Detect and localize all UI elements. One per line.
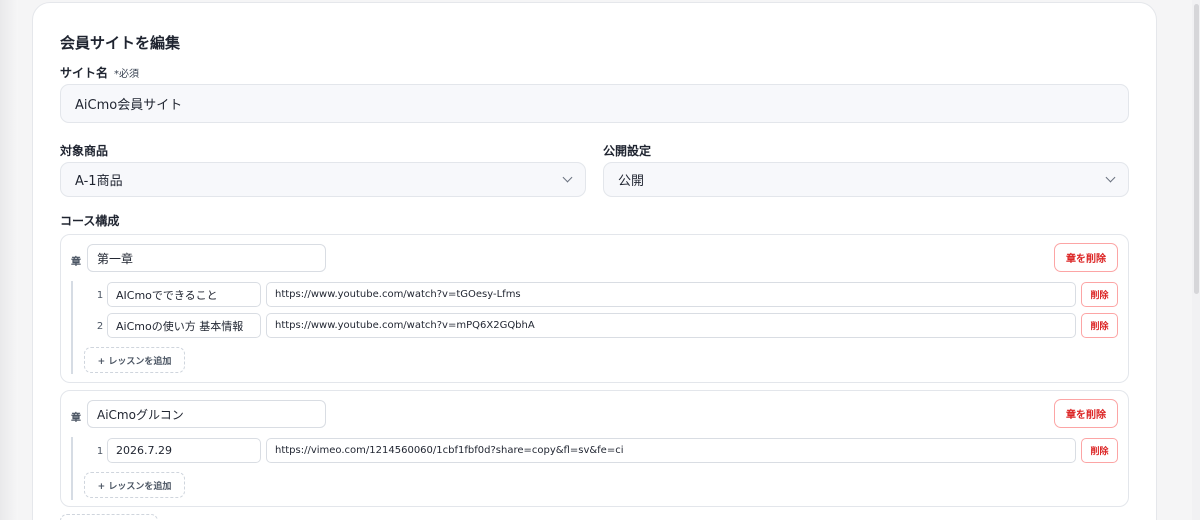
chapter-block: 章 第一章 章を削除 1 AICmoでできること https://www.you… <box>60 234 1129 383</box>
product-select[interactable]: A-1商品 <box>60 162 586 197</box>
site-name-label-text: サイト名 <box>60 66 109 80</box>
course-structure-label: コース構成 <box>60 214 120 228</box>
visibility-select[interactable]: 公開 <box>603 162 1129 197</box>
add-lesson-button[interactable]: + レッスンを追加 <box>84 472 185 498</box>
add-lesson-button[interactable]: + レッスンを追加 <box>84 347 185 373</box>
lesson-title-input[interactable]: AICmoでできること <box>107 282 261 307</box>
lesson-title-input[interactable]: 2026.7.29 <box>107 438 261 463</box>
page-scrollbar[interactable] <box>1192 0 1200 520</box>
side-panel-shadow <box>0 0 18 520</box>
chapter-title-input[interactable]: 第一章 <box>87 244 326 272</box>
product-label: 対象商品 <box>60 144 109 158</box>
site-name-input[interactable]: AiCmo会員サイト <box>60 84 1129 123</box>
site-name-label: サイト名 *必須 <box>60 64 139 81</box>
lesson-rail <box>71 281 73 374</box>
lesson-url-input[interactable]: https://vimeo.com/1214560060/1cbf1fbf0d?… <box>266 438 1076 463</box>
chapter-title-input[interactable]: AiCmoグルコン <box>87 400 326 428</box>
delete-lesson-button[interactable]: 削除 <box>1081 438 1118 463</box>
lesson-number: 1 <box>96 446 104 457</box>
lesson-rail <box>71 437 73 500</box>
delete-lesson-button[interactable]: 削除 <box>1081 313 1118 338</box>
chevron-down-icon <box>562 172 573 183</box>
lesson-number: 2 <box>96 321 104 332</box>
delete-chapter-button[interactable]: 章を削除 <box>1054 243 1118 272</box>
visibility-select-value: 公開 <box>618 174 645 189</box>
lesson-url-input[interactable]: https://www.youtube.com/watch?v=mPQ6X2GQ… <box>266 313 1076 338</box>
chapter-icon: 章 <box>71 413 81 424</box>
chevron-down-icon <box>1105 172 1116 183</box>
required-mark: *必須 <box>114 69 140 80</box>
scrollbar-thumb[interactable] <box>1194 4 1199 294</box>
product-select-value: A-1商品 <box>75 174 123 189</box>
page-title: 会員サイトを編集 <box>60 34 181 52</box>
add-chapter-button[interactable] <box>60 514 158 520</box>
chapter-block: 章 AiCmoグルコン 章を削除 1 2026.7.29 https://vim… <box>60 390 1129 507</box>
delete-lesson-button[interactable]: 削除 <box>1081 282 1118 307</box>
visibility-label: 公開設定 <box>603 144 652 158</box>
lesson-title-input[interactable]: AiCmoの使い方 基本情報 <box>107 313 261 338</box>
lesson-url-input[interactable]: https://www.youtube.com/watch?v=tGOesy-L… <box>266 282 1076 307</box>
lesson-number: 1 <box>96 290 104 301</box>
chapter-icon: 章 <box>71 257 81 268</box>
delete-chapter-button[interactable]: 章を削除 <box>1054 399 1118 428</box>
